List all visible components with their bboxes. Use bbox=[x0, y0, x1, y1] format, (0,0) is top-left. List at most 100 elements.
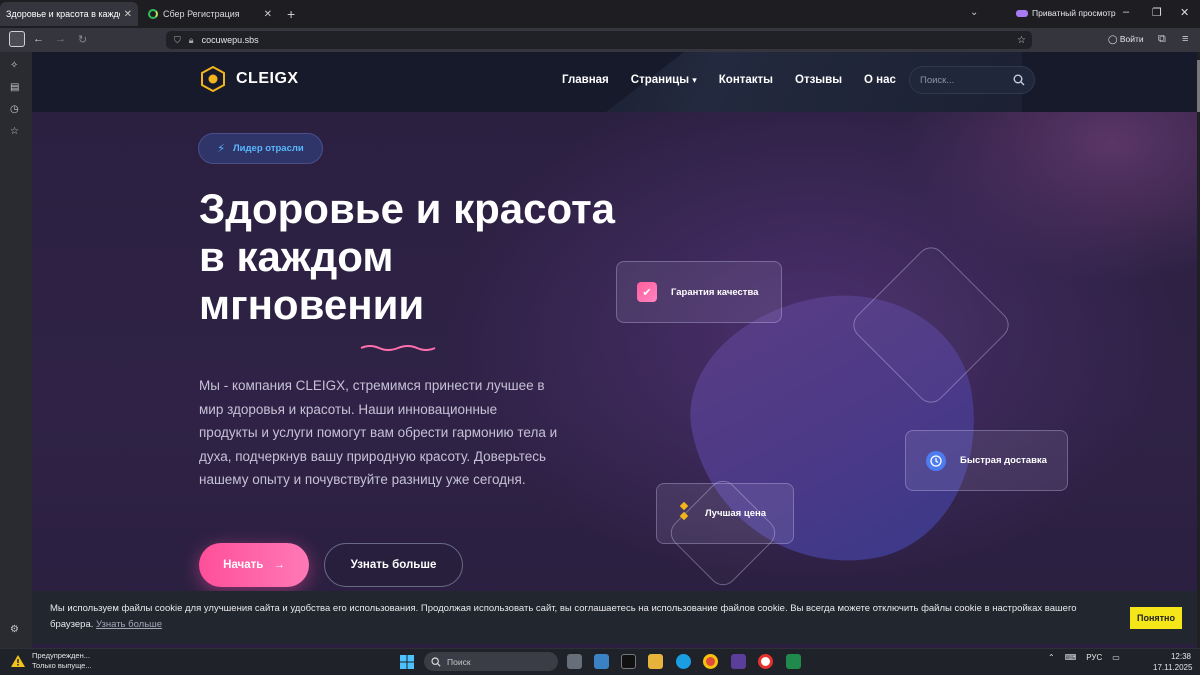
start-button[interactable]: Начать → bbox=[199, 543, 309, 587]
windows-taskbar: Предупрежден... Только выпуще... Поиск ⌃… bbox=[0, 648, 1200, 675]
logo-text: CLEIGX bbox=[236, 70, 299, 87]
feature-label: Быстрая доставка bbox=[960, 455, 1047, 466]
site-header: CLEIGX Главная Страницы ▾ Контакты Отзыв… bbox=[32, 52, 1197, 112]
clock-date: 17.11.2025 bbox=[1153, 663, 1193, 672]
reload-icon[interactable]: ↻ bbox=[78, 33, 87, 46]
sidebar-toggle-icon[interactable] bbox=[9, 31, 25, 47]
chrome-icon[interactable] bbox=[703, 654, 718, 669]
arrow-right-icon: → bbox=[273, 559, 285, 571]
minimize-button[interactable]: – bbox=[1123, 6, 1129, 18]
chevron-up-icon[interactable]: ⌃ bbox=[1048, 653, 1055, 662]
site-search bbox=[909, 66, 1035, 94]
feature-card-quality: ✔ Гарантия качества bbox=[616, 261, 782, 323]
login-label: Войти bbox=[1119, 34, 1144, 44]
nav-pages[interactable]: Страницы ▾ bbox=[631, 74, 697, 86]
file-explorer-icon[interactable] bbox=[648, 654, 663, 669]
browser-sidebar: ✧ ▤ ◷ ☆ ⚙ bbox=[0, 52, 32, 648]
search-input[interactable] bbox=[920, 73, 1010, 87]
edge-icon[interactable] bbox=[676, 654, 691, 669]
search-icon bbox=[431, 656, 441, 667]
chevron-down-icon[interactable]: ⌄ bbox=[970, 7, 978, 18]
feature-label: Гарантия качества bbox=[671, 286, 759, 298]
history-icon[interactable]: ◷ bbox=[10, 104, 19, 115]
warning-line-1: Предупрежден... bbox=[32, 651, 90, 660]
weather-warning-widget[interactable]: Предупрежден... Только выпуще... bbox=[10, 651, 92, 671]
clock-time: 12:38 bbox=[1170, 652, 1191, 661]
main-nav: Главная Страницы ▾ Контакты Отзывы О нас bbox=[562, 74, 896, 86]
store-icon[interactable] bbox=[594, 654, 609, 669]
system-clock[interactable]: 12:38 17.11.2025 bbox=[1153, 651, 1193, 673]
terminal-icon[interactable] bbox=[621, 654, 636, 669]
private-browser-icon[interactable] bbox=[731, 654, 746, 669]
nav-reviews[interactable]: Отзывы bbox=[795, 74, 842, 86]
feature-card-delivery: Быстрая доставка bbox=[905, 430, 1068, 491]
back-arrow-icon[interactable]: ← bbox=[33, 33, 44, 45]
lock-icon[interactable]: 🔒︎ bbox=[189, 35, 194, 46]
browser-toolbar: ← → ↻ ⛉ 🔒︎ cocuwepu.sbs ☆ ◯ Войти ⧉ ≡ bbox=[0, 28, 1200, 52]
private-browsing-indicator[interactable]: Приватный просмотр bbox=[1016, 8, 1116, 18]
cookie-accept-button[interactable]: Понятно bbox=[1130, 607, 1182, 629]
tab-sber[interactable]: Сбер Регистрация ✕ bbox=[142, 2, 278, 26]
login-button[interactable]: ◯ Войти bbox=[1108, 34, 1144, 45]
keyboard-icon[interactable]: ⌨ bbox=[1065, 653, 1077, 662]
tab-close-icon[interactable]: ✕ bbox=[264, 9, 272, 20]
lightning-icon: ⚡︎ bbox=[217, 143, 225, 155]
reading-list-icon[interactable]: ▤ bbox=[10, 82, 19, 93]
sber-favicon-icon bbox=[148, 9, 158, 19]
yandex-icon[interactable] bbox=[758, 654, 773, 669]
address-bar[interactable]: ⛉ 🔒︎ cocuwepu.sbs ☆ bbox=[166, 31, 1032, 49]
learn-more-button[interactable]: Узнать больше bbox=[324, 543, 463, 587]
start-button-label: Начать bbox=[223, 559, 264, 571]
url-text[interactable]: cocuwepu.sbs bbox=[202, 35, 259, 45]
checkmark-icon: ✔ bbox=[637, 282, 657, 302]
learn-more-label: Узнать больше bbox=[350, 559, 437, 571]
diamond-icon bbox=[677, 501, 691, 525]
task-view-icon[interactable] bbox=[567, 654, 582, 669]
warning-line-2: Только выпуще... bbox=[32, 661, 92, 670]
cookie-learn-more-link[interactable]: Узнать больше bbox=[96, 619, 162, 630]
private-label: Приватный просмотр bbox=[1032, 8, 1116, 18]
extensions-icon[interactable]: ⧉ bbox=[1158, 33, 1166, 46]
feature-label: Лучшая цена bbox=[705, 508, 766, 519]
hexagon-logo-icon bbox=[201, 66, 225, 92]
browser-tab-bar: Здоровье и красота в каждом мгновении ✕ … bbox=[0, 0, 1200, 28]
taskbar-search-placeholder: Поиск bbox=[447, 656, 471, 667]
nav-home[interactable]: Главная bbox=[562, 74, 609, 86]
gear-icon[interactable]: ⚙ bbox=[10, 624, 19, 635]
site-logo[interactable]: CLEIGX bbox=[200, 66, 299, 92]
ai-sparkle-icon[interactable]: ✧ bbox=[10, 60, 18, 71]
language-indicator[interactable]: РУС bbox=[1086, 653, 1102, 662]
shield-icon[interactable]: ⛉ bbox=[174, 35, 181, 46]
web-page: CLEIGX Главная Страницы ▾ Контакты Отзыв… bbox=[32, 52, 1197, 648]
forward-arrow-icon[interactable]: → bbox=[55, 33, 66, 45]
hero-description: Мы - компания CLEIGX, стремимся принести… bbox=[199, 378, 558, 487]
nav-about[interactable]: О нас bbox=[864, 74, 896, 86]
bookmarks-icon[interactable]: ☆ bbox=[10, 126, 19, 137]
warning-text: Предупрежден... Только выпуще... bbox=[32, 651, 92, 671]
chevron-down-icon: ▾ bbox=[692, 75, 697, 85]
search-icon[interactable] bbox=[1013, 74, 1025, 86]
restore-button[interactable]: ❐ bbox=[1152, 6, 1162, 19]
window-close-button[interactable]: ✕ bbox=[1180, 6, 1189, 19]
badge-text: Лидер отрасли bbox=[233, 143, 304, 154]
menu-icon[interactable]: ≡ bbox=[1182, 33, 1188, 45]
tab-title: Здоровье и красота в каждом мгновении bbox=[6, 9, 120, 19]
cookie-message: Мы используем файлы cookie для улучшения… bbox=[50, 603, 1077, 630]
private-mask-icon bbox=[1016, 9, 1028, 17]
excel-icon[interactable] bbox=[786, 654, 801, 669]
cookie-text-wrap: Мы используем файлы cookie для улучшения… bbox=[50, 601, 1110, 633]
taskbar-search[interactable]: Поиск bbox=[424, 652, 558, 671]
tab-close-icon[interactable]: ✕ bbox=[124, 9, 132, 20]
tab-active[interactable]: Здоровье и красота в каждом мгновении ✕ bbox=[0, 2, 138, 26]
nav-contacts[interactable]: Контакты bbox=[719, 74, 773, 86]
warning-icon bbox=[11, 655, 25, 667]
new-tab-button[interactable]: + bbox=[287, 6, 295, 22]
nav-pages-label: Страницы bbox=[630, 74, 690, 86]
windows-start-icon[interactable] bbox=[400, 655, 414, 669]
industry-leader-badge: ⚡︎ Лидер отрасли bbox=[198, 133, 323, 164]
clock-icon bbox=[926, 450, 946, 471]
bookmark-star-icon[interactable]: ☆ bbox=[1017, 35, 1026, 46]
system-tray: ⌃ ⌨ РУС ▭ bbox=[1048, 653, 1120, 662]
network-icon[interactable]: ▭ bbox=[1112, 653, 1120, 662]
feature-card-price: Лучшая цена bbox=[656, 483, 794, 544]
